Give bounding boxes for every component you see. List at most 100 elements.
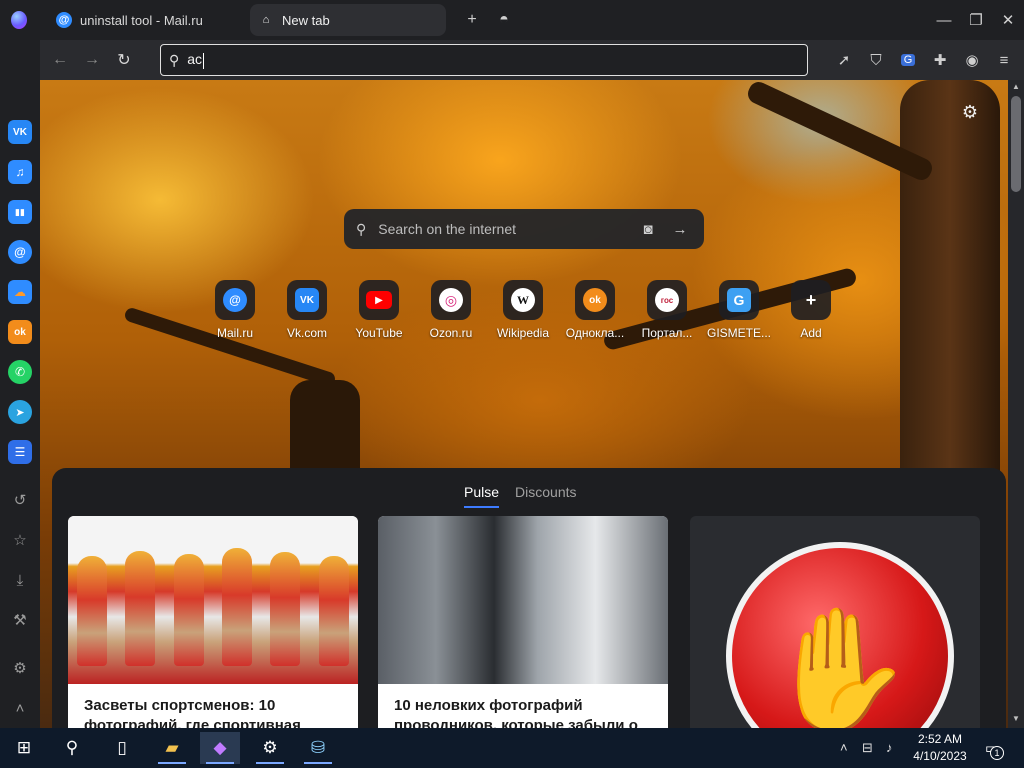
tab-new-tab[interactable]: ⌂ New tab [250,4,446,36]
tab-label: uninstall tool - Mail.ru [80,12,203,28]
tile-odnoklassniki[interactable]: ok Однокла... [561,280,629,340]
clock-time: 2:52 AM [917,732,963,746]
tile-label: GISMETE... [706,326,771,340]
collapse-chevron-up-icon[interactable]: ˄ [8,696,32,720]
page-settings-gear-icon[interactable]: ⚙ [958,100,982,124]
vk-icon: VK [295,288,319,312]
stop-hand-icon: ✋ [726,542,954,728]
settings-gear-icon[interactable]: ⚙ [250,732,290,764]
feed-tabs: Pulse Discounts [464,484,577,508]
windows-taskbar: ⊞ ⚲ ▯ ▰ ◆ ⚙ ⛁ ˄ ⊟ ♪ 2:52 AM 4/10/2023 ▭ … [0,728,1024,768]
sidebar-cloud-icon[interactable]: ☁ [8,280,32,304]
news-card-image [68,516,358,684]
profile-icon[interactable]: ◉ [960,48,984,72]
news-card[interactable]: Засветы спортсменов: 10 фотографий, где … [68,516,358,728]
web-search-box[interactable]: ⚲ Search on the internet ◙ → [344,209,704,249]
ad-card[interactable]: ✋ [690,516,980,728]
search-icon: ⚲ [356,220,367,237]
tile-label: Add [800,326,822,340]
minimize-icon[interactable]: — [930,6,958,34]
news-card[interactable]: 10 неловких фотографий проводников, кото… [378,516,668,728]
search-placeholder[interactable]: Search on the internet [378,221,628,237]
history-icon[interactable]: ↺ [8,488,32,512]
tile-ozon[interactable]: ◎ Ozon.ru [417,280,485,340]
sidebar-ok-icon[interactable]: ok [8,320,32,344]
mail-ru-icon: @ [56,12,72,28]
scroll-thumb[interactable] [1011,96,1021,192]
network-icon[interactable]: ⊟ [862,740,873,756]
search-icon: ⚲ [169,51,180,68]
search-icon[interactable]: ⚲ [52,732,92,764]
close-icon[interactable]: ✕ [994,6,1022,34]
tile-label: Mail.ru [216,326,253,340]
news-card-image [378,516,668,684]
wikipedia-icon: W [511,288,535,312]
tile-gosuslugi[interactable]: гос Портал... [633,280,701,340]
sidebar-music-icon[interactable]: ♫ [8,160,32,184]
downloads-icon[interactable]: ⤓ [8,568,32,592]
new-tab-page: ⚙ ⚲ Search on the internet ◙ → @ Mail.ru… [40,80,1008,728]
sidebar-tasks-icon[interactable]: ☰ [8,440,32,464]
browser-logo-icon[interactable] [11,11,27,29]
camera-search-icon[interactable]: ◙ [636,221,660,238]
tile-label: Vk.com [286,326,327,340]
tile-label: YouTube [355,326,403,340]
tile-label: Однокла... [565,326,625,340]
tray-chevron-up-icon[interactable]: ˄ [840,740,848,755]
title-bar: @ uninstall tool - Mail.ru ⌂ New tab + ◓… [0,0,1024,40]
system-clock[interactable]: 2:52 AM 4/10/2023 [912,731,968,765]
tile-label: Портал... [641,326,693,340]
tile-vk[interactable]: VK Vk.com [273,280,341,340]
browser-taskbar-icon[interactable]: ◆ [200,732,240,764]
restore-icon[interactable]: ❐ [962,6,990,34]
new-tab-plus-icon[interactable]: + [460,8,484,32]
tab-label: New tab [282,12,330,28]
sidebar-stats-icon[interactable]: ▮▮ [8,200,32,224]
installer-icon[interactable]: ⛁ [298,732,338,764]
rocket-icon[interactable]: ➚ [832,48,856,72]
news-feed: Pulse Discounts Засветы спортсменов: 10 … [52,468,1006,728]
tab-discounts[interactable]: Discounts [515,484,576,508]
address-input[interactable]: ac [187,51,202,67]
background-tree-trunk [290,380,360,480]
tab-pulse[interactable]: Pulse [464,484,500,508]
back-arrow-icon[interactable]: ← [48,48,72,72]
tile-gismeteo[interactable]: G GISMETE... [705,280,773,340]
address-bar[interactable]: ⚲ ac [160,44,808,76]
sidebar: VK ♫ ▮▮ @ ☁ ok ✆ ➤ ☰ ↺ ☆ ⤓ ⚒ ⚙ ˄ [0,40,40,728]
clock-date: 4/10/2023 [913,749,967,763]
tile-mail-ru[interactable]: @ Mail.ru [201,280,269,340]
file-icon[interactable]: ▯ [102,732,142,764]
translate-icon[interactable]: G [896,48,920,72]
shield-icon[interactable]: ⛉ [864,48,888,72]
page-scrollbar[interactable]: ▲ ▼ [1008,80,1024,728]
sidebar-vk-icon[interactable]: VK [8,120,32,144]
tools-wrench-icon[interactable]: ⚒ [8,608,32,632]
add-plus-icon: + [805,289,817,310]
menu-hamburger-icon[interactable]: ≡ [992,48,1016,72]
extensions-puzzle-icon[interactable]: ✚ [928,48,952,72]
reload-icon[interactable]: ↻ [112,48,136,72]
tile-wikipedia[interactable]: W Wikipedia [489,280,557,340]
sidebar-telegram-icon[interactable]: ➤ [8,400,32,424]
search-go-arrow-icon[interactable]: → [668,221,692,238]
forward-arrow-icon[interactable]: → [80,48,104,72]
gosuslugi-icon: гос [655,288,679,312]
news-card-title: 10 неловких фотографий проводников, кото… [394,697,638,728]
scroll-up-arrow-icon[interactable]: ▲ [1008,82,1024,94]
tile-add[interactable]: + Add [777,280,845,340]
sidebar-whatsapp-icon[interactable]: ✆ [8,360,32,384]
volume-icon[interactable]: ♪ [886,740,893,755]
scroll-down-arrow-icon[interactable]: ▼ [1008,714,1024,726]
toolbar: ← → ↻ ⚲ ac ➚ ⛉ G ✚ ◉ ≡ [40,40,1024,80]
windows-start-icon[interactable]: ⊞ [4,732,44,764]
sidebar-mail-icon[interactable]: @ [8,240,32,264]
file-explorer-icon[interactable]: ▰ [152,732,192,764]
mail-ru-icon: @ [223,288,247,312]
incognito-icon[interactable]: ◓ [492,8,516,32]
bookmarks-star-icon[interactable]: ☆ [8,528,32,552]
home-icon: ⌂ [262,14,270,26]
tile-youtube[interactable]: ▶ YouTube [345,280,413,340]
tab-mail-ru[interactable]: @ uninstall tool - Mail.ru [48,4,244,36]
settings-gear-icon[interactable]: ⚙ [8,656,32,680]
